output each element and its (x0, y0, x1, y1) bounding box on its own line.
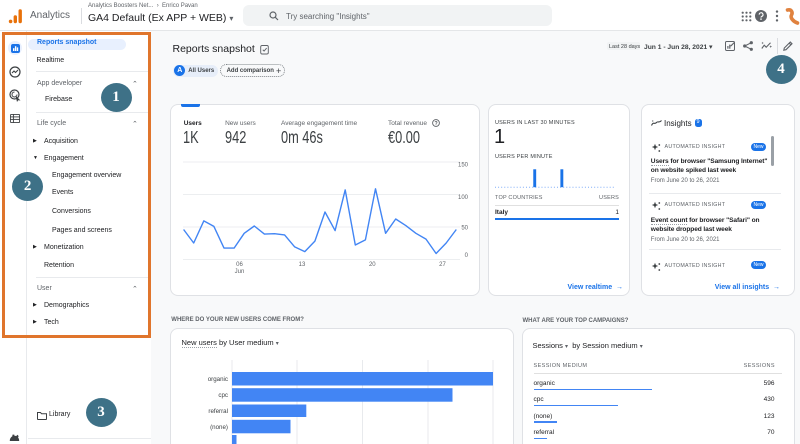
svg-text:(none): (none) (210, 424, 228, 431)
svg-text:cpc: cpc (218, 392, 228, 399)
svg-text:27: 27 (439, 262, 446, 268)
svg-text:50: 50 (461, 226, 468, 232)
svg-text:06: 06 (236, 262, 243, 268)
svg-text:organic: organic (208, 376, 228, 383)
svg-text:Jun: Jun (235, 269, 245, 275)
svg-text:20: 20 (369, 262, 376, 268)
svg-text:0: 0 (465, 253, 469, 259)
svg-text:referral: referral (208, 408, 228, 415)
svg-text:13: 13 (299, 262, 306, 268)
svg-text:100: 100 (458, 195, 469, 201)
svg-text:150: 150 (458, 163, 469, 169)
